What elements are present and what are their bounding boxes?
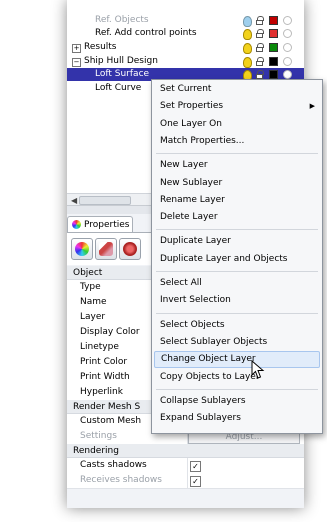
layer-name: Ref. Objects [95, 15, 149, 25]
color-wheel-icon [75, 242, 89, 256]
property-label: Type [80, 282, 101, 292]
paintbrush-icon [99, 242, 113, 256]
menu-separator [156, 271, 318, 272]
material-circle-icon[interactable] [283, 57, 292, 66]
property-value[interactable]: ✓ [187, 458, 304, 473]
tab-properties-label: Properties [84, 220, 130, 230]
lock-icon[interactable] [256, 16, 264, 25]
lightbulb-icon[interactable] [243, 57, 252, 68]
material-circle-icon[interactable] [283, 16, 292, 25]
menu-item-copy-objects-to-layer[interactable]: Copy Objects to Layer [152, 369, 322, 386]
property-section-header: Rendering [67, 444, 304, 458]
object-properties-button[interactable] [71, 238, 93, 260]
property-label: Receives shadows [80, 475, 162, 485]
property-row[interactable]: Receives shadows ✓ [67, 473, 304, 489]
property-label: Display Color [80, 327, 140, 337]
lock-icon[interactable] [256, 29, 264, 38]
properties-icon [72, 220, 81, 229]
scroll-left-icon[interactable]: ◀ [71, 196, 77, 205]
menu-separator [156, 153, 318, 155]
lightbulb-icon[interactable] [243, 43, 252, 54]
menu-item-delete-layer[interactable]: Delete Layer [152, 209, 322, 226]
property-value[interactable]: ✓ [187, 473, 304, 488]
menu-item-set-current[interactable]: Set Current [152, 81, 322, 98]
material-circle-icon[interactable] [283, 43, 292, 52]
collapse-icon[interactable]: − [72, 58, 81, 67]
layer-name: Loft Curve [95, 83, 142, 93]
lightbulb-icon[interactable] [243, 29, 252, 40]
menu-separator [156, 388, 318, 390]
menu-item-rename-layer[interactable]: Rename Layer [152, 192, 322, 209]
lightbulb-icon[interactable] [243, 16, 252, 27]
layer-name: Loft Surface [95, 69, 150, 79]
layer-row[interactable]: Ref. Add control points [67, 27, 304, 40]
property-label: Casts shadows [80, 460, 147, 470]
material-button[interactable] [95, 238, 117, 260]
menu-separator [156, 229, 318, 231]
material-circle-icon[interactable] [283, 29, 292, 38]
mouse-cursor-icon [251, 360, 265, 379]
property-label: Hyperlink [80, 387, 123, 397]
menu-item-new-sublayer[interactable]: New Sublayer [152, 175, 322, 192]
layer-color-swatch[interactable] [269, 29, 278, 38]
scroll-thumb[interactable] [79, 196, 131, 205]
layer-color-swatch[interactable] [269, 16, 278, 25]
property-label: Settings [80, 431, 117, 441]
layer-row[interactable]: − Ship Hull Design [67, 55, 304, 68]
menu-item-expand-sublayers[interactable]: Expand Sublayers [152, 410, 322, 427]
menu-item-duplicate-layer[interactable]: Duplicate Layer [152, 233, 322, 250]
layer-color-swatch[interactable] [269, 70, 278, 79]
menu-item-change-object-layer[interactable]: Change Object Layer [154, 351, 320, 369]
menu-item-duplicate-layer-and-objects[interactable]: Duplicate Layer and Objects [152, 251, 322, 268]
property-row[interactable]: Casts shadows ✓ [67, 458, 304, 474]
layer-name: Ref. Add control points [95, 28, 197, 38]
property-checkbox[interactable]: ✓ [190, 476, 201, 487]
menu-item-collapse-sublayers[interactable]: Collapse Sublayers [152, 393, 322, 410]
layer-color-swatch[interactable] [269, 43, 278, 52]
property-checkbox[interactable]: ✓ [190, 461, 201, 472]
layer-color-swatch[interactable] [269, 57, 278, 66]
tab-properties[interactable]: Properties [67, 216, 133, 233]
menu-item-invert-selection[interactable]: Invert Selection [152, 292, 322, 309]
property-label: Linetype [80, 342, 119, 352]
menu-item-one-layer-on[interactable]: One Layer On [152, 116, 322, 133]
texture-icon [123, 242, 137, 256]
layer-row[interactable]: + Results [67, 41, 304, 54]
menu-separator [156, 312, 318, 314]
expand-icon[interactable]: + [72, 44, 81, 53]
material-circle-icon[interactable] [283, 70, 292, 79]
property-label: Print Color [80, 357, 128, 367]
menu-item-select-all[interactable]: Select All [152, 275, 322, 292]
lock-icon[interactable] [256, 57, 264, 66]
menu-item-select-objects[interactable]: Select Objects [152, 317, 322, 334]
property-label: Print Width [80, 372, 130, 382]
lock-icon[interactable] [256, 43, 264, 52]
property-label: Layer [80, 312, 106, 322]
menu-item-new-layer[interactable]: New Layer [152, 157, 322, 174]
menu-item-select-sublayer-objects[interactable]: Select Sublayer Objects [152, 334, 322, 351]
layer-name: Ship Hull Design [84, 56, 158, 66]
layer-context-menu: Set Current Set Properties ▶ One Layer On Ma… [151, 79, 323, 434]
property-label: Name [80, 297, 107, 307]
menu-item-match-properties[interactable]: Match Properties... [152, 133, 322, 150]
texture-button[interactable] [119, 238, 141, 260]
layer-row[interactable]: Ref. Objects [67, 14, 304, 27]
submenu-arrow-icon: ▶ [309, 102, 315, 111]
property-label: Custom Mesh [80, 416, 142, 426]
menu-item-set-properties[interactable]: Set Properties ▶ [152, 98, 322, 115]
lock-icon[interactable] [256, 70, 264, 79]
layer-name: Results [84, 42, 117, 52]
